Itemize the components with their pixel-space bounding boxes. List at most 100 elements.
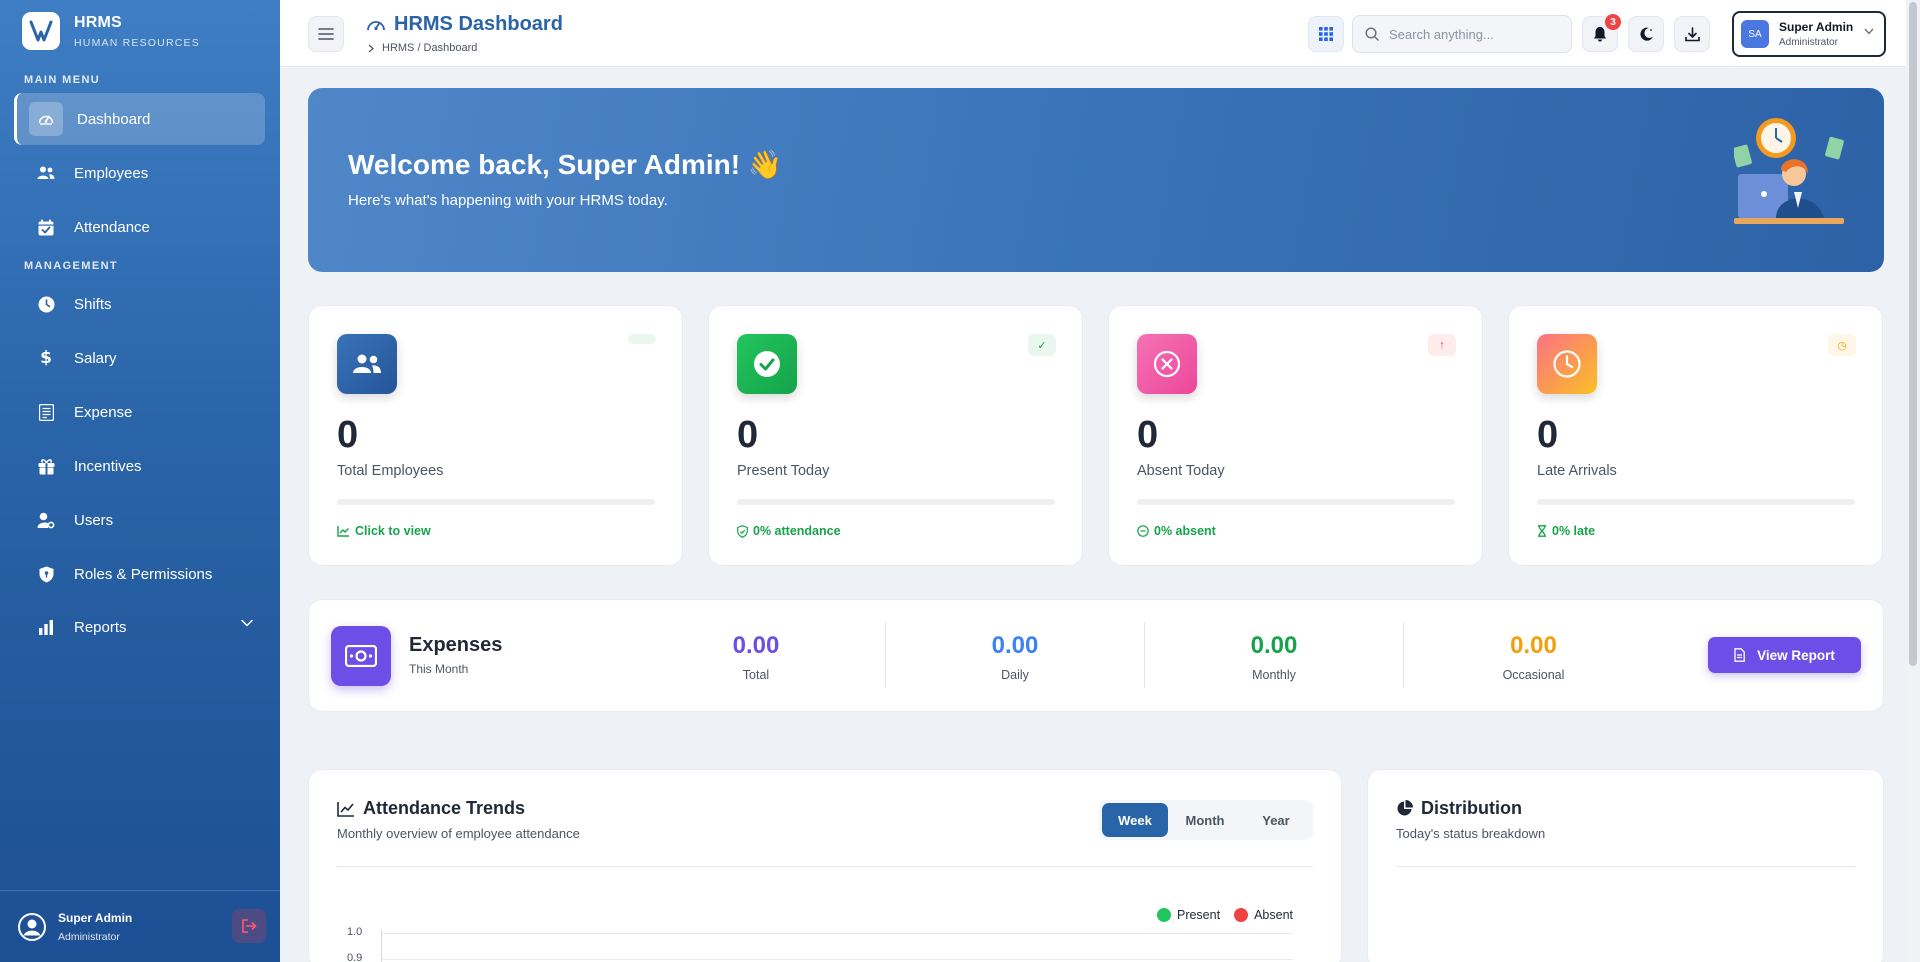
sidebar-item-incentives[interactable]: Incentives (14, 440, 265, 492)
stat-card-total-employees[interactable]: 0 Total Employees Click to view (308, 305, 683, 566)
y-tick-label: 0.9 (347, 952, 363, 962)
pie-chart-icon (1396, 800, 1421, 817)
scrollbar-thumb[interactable] (1909, 2, 1917, 666)
chevron-down-icon[interactable] (241, 619, 253, 627)
notification-badge: 3 (1605, 14, 1621, 30)
gauge-icon (29, 102, 63, 136)
expense-value: 0.00 (991, 632, 1039, 659)
logout-icon (241, 919, 257, 933)
stat-footer-text: 0% late (1552, 524, 1596, 538)
breadcrumb-text[interactable]: HRMS / Dashboard (382, 42, 477, 54)
hr-illustration (1734, 118, 1844, 230)
stat-value: 0 (337, 414, 359, 456)
sidebar-item-reports[interactable]: Reports (14, 601, 265, 653)
calendar-check-icon (32, 213, 60, 241)
stat-label: Absent Today (1137, 463, 1225, 479)
shield-icon (32, 560, 60, 588)
menu-toggle-button[interactable] (308, 16, 344, 52)
stat-footer[interactable]: Click to view (337, 524, 431, 538)
tab-month[interactable]: Month (1168, 803, 1242, 837)
user-gear-icon (32, 506, 60, 534)
stat-footer-text: Click to view (355, 524, 431, 538)
page-scrollbar[interactable] (1906, 0, 1920, 962)
sidebar-item-label: Expense (74, 403, 133, 421)
gift-icon (32, 452, 60, 480)
sidebar-item-expense[interactable]: Expense (14, 386, 265, 438)
brand-logo (22, 12, 60, 50)
tab-week[interactable]: Week (1102, 803, 1168, 837)
search-box[interactable] (1352, 15, 1572, 53)
theme-toggle-button[interactable] (1628, 16, 1664, 52)
chart-gridline (381, 959, 1293, 960)
sidebar-item-employees[interactable]: Employees (14, 147, 265, 199)
expenses-title: Expenses (409, 634, 503, 656)
search-input[interactable] (1389, 26, 1559, 42)
sidebar-item-users[interactable]: Users (14, 494, 265, 546)
stat-card-present-today: ✓ 0 Present Today 0% attendance (708, 305, 1083, 566)
sidebar-item-label: Reports (74, 618, 127, 636)
divider (1396, 866, 1855, 867)
breadcrumb: HRMS / Dashboard (368, 42, 563, 54)
users-icon (32, 159, 60, 187)
apps-button[interactable] (1308, 16, 1344, 52)
stat-card-absent-today: ↑ 0 Absent Today 0% absent (1108, 305, 1483, 566)
trend-tag: ◷ (1828, 334, 1856, 356)
legend-absent[interactable]: Absent (1254, 908, 1293, 922)
avatar: SA (1741, 20, 1769, 48)
tab-year[interactable]: Year (1242, 803, 1310, 837)
notifications-button[interactable]: 3 (1582, 14, 1621, 52)
welcome-banner: Welcome back, Super Admin! 👋 Here's what… (308, 88, 1884, 272)
bar-chart-icon (32, 613, 60, 641)
stat-footer: 0% attendance (737, 524, 841, 538)
user-avatar-icon (18, 912, 46, 941)
receipt-icon (32, 398, 60, 426)
stat-card-late-arrivals: ◷ 0 Late Arrivals 0% late (1508, 305, 1883, 566)
section-label-main: MAIN MENU (24, 74, 101, 86)
expense-label: Occasional (1502, 668, 1565, 682)
stat-label: Late Arrivals (1537, 463, 1617, 479)
sidebar-item-label: Dashboard (77, 110, 151, 128)
hamburger-icon (318, 28, 334, 40)
sidebar-item-label: Users (74, 511, 114, 529)
hourglass-icon (1537, 525, 1552, 537)
sidebar-item-salary[interactable]: $ Salary (14, 332, 265, 384)
stat-footer-text: 0% attendance (753, 524, 841, 538)
download-button[interactable] (1674, 16, 1710, 52)
welcome-title: Welcome back, Super Admin! 👋 (348, 149, 783, 180)
profile-menu[interactable]: SA Super Admin Administrator (1732, 11, 1886, 57)
brand-subtitle: HUMAN RESOURCES (74, 36, 200, 49)
sidebar-item-dashboard[interactable]: Dashboard (14, 93, 265, 145)
expense-value: 0.00 (1250, 632, 1298, 659)
logout-button[interactable] (232, 909, 266, 943)
minus-circle-icon (1137, 525, 1154, 537)
dollar-icon: $ (40, 348, 52, 368)
sidebar-item-attendance[interactable]: Attendance (14, 201, 265, 253)
sidebar-item-roles[interactable]: Roles & Permissions (14, 548, 265, 600)
attendance-trends-card: Attendance Trends Monthly overview of em… (308, 769, 1342, 962)
sidebar-user-name: Super Admin (58, 910, 133, 925)
trend-tag: ✓ (1028, 334, 1056, 356)
expense-label: Daily (1001, 668, 1029, 682)
view-report-button[interactable]: View Report (1708, 637, 1861, 673)
legend-present[interactable]: Present (1177, 908, 1220, 922)
page-title: HRMS Dashboard (366, 13, 563, 36)
welcome-subtitle: Here's what's happening with your HRMS t… (348, 192, 668, 209)
brand[interactable]: HRMS HUMAN RESOURCES (22, 12, 200, 50)
chart-gridline (381, 933, 1293, 934)
expense-occasional: 0.00 Occasional (1404, 622, 1663, 688)
expenses-subtitle: This Month (409, 662, 469, 676)
card-subtitle: Monthly overview of employee attendance (337, 826, 580, 841)
expense-value: 0.00 (732, 632, 780, 659)
sidebar-item-shifts[interactable]: Shifts (14, 278, 265, 330)
sidebar: HRMS HUMAN RESOURCES MAIN MENU Dashboard… (0, 0, 280, 962)
sidebar-user: Super Admin Administrator (0, 890, 280, 962)
expense-label: Monthly (1252, 668, 1296, 682)
clock-icon (1537, 334, 1597, 394)
stat-value: 0 (1137, 414, 1159, 456)
gauge-icon (366, 16, 394, 34)
stat-label: Present Today (737, 463, 830, 479)
search-icon (1353, 27, 1379, 41)
stat-value: 0 (1537, 414, 1559, 456)
trend-tag (628, 334, 656, 344)
stat-value: 0 (737, 414, 759, 456)
